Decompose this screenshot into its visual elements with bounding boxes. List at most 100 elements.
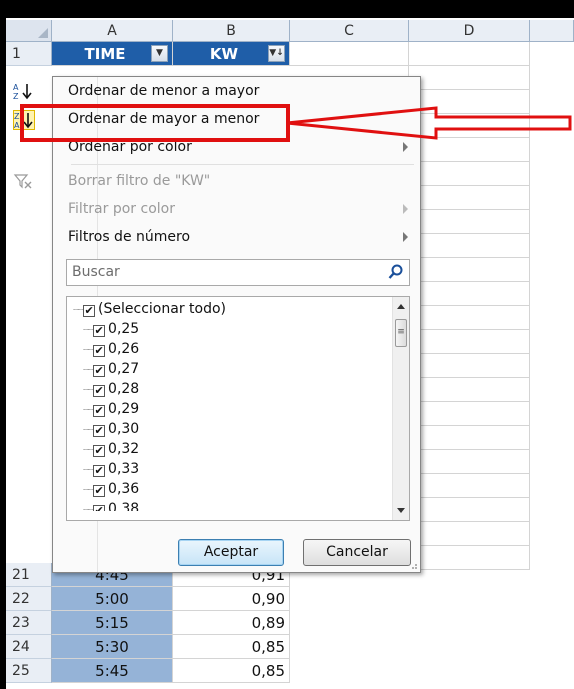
list-item-label: 0,27 — [108, 361, 140, 377]
header-kw-label: KW — [209, 45, 239, 63]
time-cell[interactable]: 5:15 — [52, 611, 173, 635]
excel-window: A B C D 1 TIME ▼ KW ▼↓ 21 4:45 0,91 22 5… — [6, 18, 574, 689]
list-item-label: 0,30 — [108, 421, 140, 437]
scroll-down-icon[interactable] — [397, 508, 405, 513]
scroll-thumb[interactable]: ≡ — [395, 319, 407, 347]
checkbox-checked-icon[interactable]: ✔ — [93, 445, 106, 457]
empty-cell[interactable] — [409, 354, 530, 378]
time-cell[interactable]: 5:45 — [52, 659, 173, 683]
list-item[interactable]: ┄┄✔ 0,30 — [83, 419, 139, 439]
list-item[interactable]: ┄┄✔ 0,32 — [83, 439, 139, 459]
filter-by-color-item: Filtrar por color — [53, 195, 420, 223]
row-header[interactable]: 25 — [6, 659, 52, 683]
list-item-label: 0,33 — [108, 461, 140, 477]
value-checklist: ┄┄✔ (Seleccionar todo) ┄┄✔ 0,25 ┄┄✔ 0,26 ┄┄… — [66, 296, 410, 521]
row-header-1[interactable]: 1 — [6, 42, 52, 66]
checkbox-checked-icon[interactable]: ✔ — [93, 385, 106, 397]
empty-cell[interactable] — [409, 474, 530, 498]
list-item-label: 0,26 — [108, 341, 140, 357]
empty-cell[interactable] — [409, 402, 530, 426]
column-header-c[interactable]: C — [290, 20, 409, 42]
clear-filter-label: Borrar filtro de "KW" — [68, 173, 211, 189]
list-item-label: 0,25 — [108, 321, 140, 337]
select-all-corner[interactable] — [6, 20, 52, 42]
empty-cell[interactable] — [409, 330, 530, 354]
list-item-label: 0,28 — [108, 381, 140, 397]
checkbox-checked-icon[interactable]: ✔ — [93, 325, 106, 337]
filter-by-color-label: Filtrar por color — [68, 201, 175, 217]
search-icon[interactable] — [388, 264, 404, 280]
cancel-button[interactable]: Cancelar — [303, 539, 411, 566]
kw-cell[interactable]: 0,90 — [173, 587, 290, 611]
list-item[interactable]: ┄┄✔ 0,27 — [83, 359, 139, 379]
vertical-scrollbar[interactable]: ≡ — [392, 297, 409, 520]
list-item[interactable]: ┄┄✔ 0,25 — [83, 319, 139, 339]
cell-d1[interactable] — [409, 42, 530, 66]
empty-cell[interactable] — [409, 210, 530, 234]
checkbox-checked-icon[interactable]: ✔ — [93, 425, 106, 437]
kw-cell[interactable]: 0,85 — [173, 659, 290, 683]
column-header-b[interactable]: B — [173, 20, 290, 42]
annotation-arrow-icon — [286, 106, 572, 140]
time-cell[interactable]: 5:00 — [52, 587, 173, 611]
scroll-up-icon[interactable] — [397, 304, 405, 309]
list-item[interactable]: ┄┄✔ 0,33 — [83, 459, 139, 479]
empty-cell[interactable] — [409, 378, 530, 402]
sort-filter-active-icon[interactable]: ▼↓ — [268, 45, 285, 62]
empty-cell[interactable] — [409, 450, 530, 474]
list-item-label: 0,38 — [108, 501, 140, 511]
empty-cell[interactable] — [409, 138, 530, 162]
kw-cell[interactable]: 0,89 — [173, 611, 290, 635]
resize-grip-icon[interactable] — [408, 560, 418, 570]
empty-cell[interactable] — [409, 522, 530, 546]
empty-cell[interactable] — [409, 498, 530, 522]
checkbox-checked-icon[interactable]: ✔ — [83, 305, 96, 317]
sort-ascending-label: Ordenar de menor a mayor — [68, 83, 260, 99]
checkbox-checked-icon[interactable]: ✔ — [93, 345, 106, 357]
list-item[interactable]: ┄┄✔ 0,28 — [83, 379, 139, 399]
cell-c1[interactable] — [290, 42, 409, 66]
list-item-label: 0,32 — [108, 441, 140, 457]
svg-text:Z: Z — [13, 92, 19, 100]
row-header[interactable]: 22 — [6, 587, 52, 611]
empty-cell[interactable] — [409, 546, 530, 570]
header-cell-kw[interactable]: KW ▼↓ — [173, 42, 290, 66]
checkbox-checked-icon[interactable]: ✔ — [93, 405, 106, 417]
row-header[interactable]: 24 — [6, 635, 52, 659]
list-item[interactable]: ┄┄✔ 0,36 — [83, 479, 139, 499]
row-header[interactable]: 21 — [6, 563, 52, 587]
empty-cell[interactable] — [409, 306, 530, 330]
empty-cell[interactable] — [409, 426, 530, 450]
time-cell[interactable]: 5:30 — [52, 635, 173, 659]
list-item-label: 0,29 — [108, 401, 140, 417]
submenu-arrow-icon — [403, 142, 408, 152]
search-input[interactable]: Buscar — [66, 259, 410, 286]
empty-cell[interactable] — [409, 66, 530, 90]
column-header-d[interactable]: D — [409, 20, 530, 42]
checkbox-checked-icon[interactable]: ✔ — [93, 365, 106, 377]
list-item-label: (Seleccionar todo) — [98, 301, 226, 317]
empty-cell[interactable] — [409, 258, 530, 282]
empty-cell[interactable] — [409, 162, 530, 186]
ok-button[interactable]: Aceptar — [178, 539, 284, 566]
kw-cell[interactable]: 0,85 — [173, 635, 290, 659]
list-item[interactable]: ┄┄✔ (Seleccionar todo) — [73, 299, 226, 319]
list-item-label: 0,36 — [108, 481, 140, 497]
column-header-a[interactable]: A — [52, 20, 173, 42]
filter-dropdown-icon[interactable]: ▼ — [151, 45, 168, 62]
sort-ascending-item[interactable]: AZ Ordenar de menor a mayor — [13, 77, 420, 105]
checkbox-checked-icon[interactable]: ✔ — [93, 505, 106, 511]
column-header-e[interactable] — [530, 20, 574, 42]
list-item[interactable]: ┄┄✔ 0,26 — [83, 339, 139, 359]
header-cell-time[interactable]: TIME ▼ — [52, 42, 173, 66]
sort-ascending-icon: AZ — [13, 82, 33, 101]
empty-cell[interactable] — [409, 186, 530, 210]
empty-cell[interactable] — [409, 282, 530, 306]
list-item[interactable]: ┄┄✔ 0,38 — [83, 499, 139, 511]
row-header[interactable]: 23 — [6, 611, 52, 635]
checkbox-checked-icon[interactable]: ✔ — [93, 485, 106, 497]
checkbox-checked-icon[interactable]: ✔ — [93, 465, 106, 477]
number-filters-item[interactable]: Filtros de número — [53, 223, 420, 251]
empty-cell[interactable] — [409, 234, 530, 258]
list-item[interactable]: ┄┄✔ 0,29 — [83, 399, 139, 419]
